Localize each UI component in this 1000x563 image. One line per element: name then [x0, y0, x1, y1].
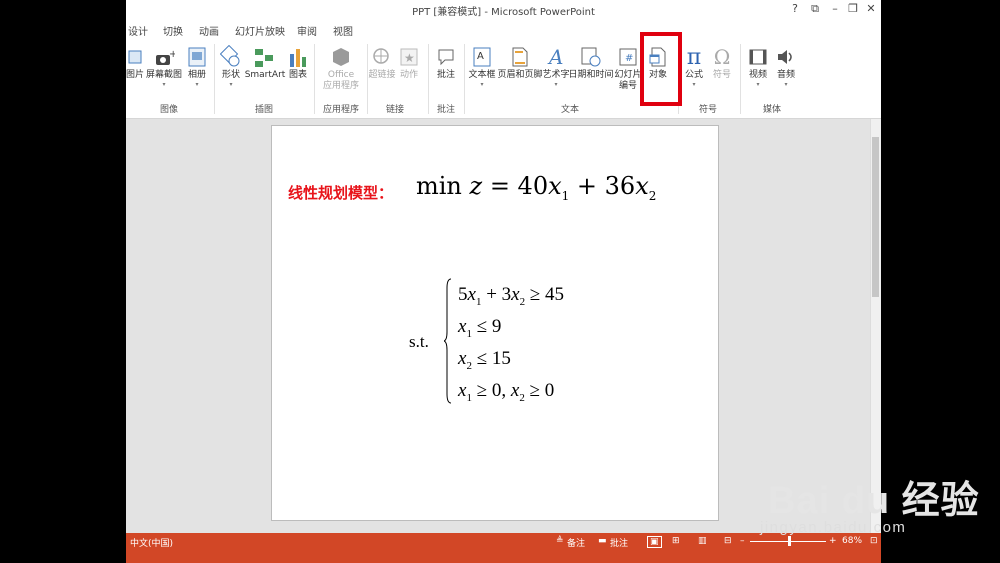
svg-text:#: # — [625, 53, 633, 64]
header-footer-icon — [512, 44, 528, 70]
reading-view-icon[interactable]: ▥ — [698, 536, 707, 546]
slide-number-icon: # — [619, 44, 637, 70]
chart-button[interactable]: 图表 — [288, 44, 308, 81]
window-title: PPT [兼容模式] - Microsoft PowerPoint — [412, 7, 595, 18]
slide-sorter-icon[interactable]: ⊞ — [672, 536, 680, 546]
tab-slideshow[interactable]: 幻灯片放映 — [235, 23, 285, 38]
tab-view[interactable]: 视图 — [333, 23, 353, 38]
constraint-brace — [444, 278, 452, 404]
group-links: 链接 — [385, 105, 404, 115]
camera-icon: + — [153, 44, 175, 70]
wordart-button[interactable]: A 艺术字 ▾ — [543, 44, 570, 88]
zoom-out-icon[interactable]: – — [740, 536, 745, 546]
datetime-button[interactable]: 日期和时间 — [569, 44, 614, 81]
textbox-icon: A — [473, 44, 491, 70]
group-comments: 批注 — [436, 105, 455, 115]
ribbon-display-icon[interactable]: ⧉ — [806, 2, 824, 16]
subject-to-label: s.t. — [409, 332, 429, 351]
equation-button[interactable]: π 公式 ▾ — [682, 44, 706, 89]
smartart-button[interactable]: SmartArt — [245, 44, 285, 81]
title-bar: PPT [兼容模式] - Microsoft PowerPoint ? ⧉ – … — [126, 0, 881, 20]
baidu-logo: Bai du 经验 — [768, 480, 980, 522]
maximize-icon[interactable]: ❐ — [844, 2, 862, 15]
textbox-button[interactable]: A 文本框 ▾ — [468, 44, 496, 88]
comment-button[interactable]: 批注 — [434, 44, 458, 81]
tab-animations[interactable]: 动画 — [199, 23, 219, 38]
group-divider — [428, 44, 429, 114]
chart-icon — [289, 44, 307, 70]
svg-text:★: ★ — [404, 51, 415, 65]
hyperlink-button[interactable]: 超链接 — [369, 44, 396, 81]
scrollbar-thumb[interactable] — [872, 137, 879, 297]
smartart-icon — [253, 44, 277, 70]
audio-button[interactable]: 音频 ▾ — [774, 44, 798, 88]
pi-icon: π — [686, 44, 702, 70]
svg-text:+: + — [169, 49, 175, 60]
group-divider — [740, 44, 741, 114]
album-icon — [187, 44, 207, 70]
office-apps-button[interactable]: Office 应用程序 — [320, 44, 362, 92]
wordart-icon: A — [547, 44, 565, 70]
picture-icon — [128, 44, 142, 70]
group-apps: 应用程序 — [322, 105, 359, 115]
svg-text:A: A — [477, 51, 484, 62]
slide-title: 线性规划模型： — [288, 184, 394, 202]
omega-icon: Ω — [713, 45, 731, 69]
group-divider — [314, 44, 315, 114]
watermark-url: jingyan.baidu.com — [760, 519, 907, 536]
group-symbols: 符号 — [698, 105, 717, 115]
constraint-3[interactable]: x2 ≤ 15 — [458, 348, 511, 372]
album-button[interactable]: 相册 ▾ — [186, 44, 208, 88]
tab-transitions[interactable]: 切换 — [163, 23, 183, 38]
constraint-2[interactable]: x1 ≤ 9 — [458, 316, 501, 340]
language-indicator[interactable]: 中文(中国) — [130, 536, 173, 549]
normal-view-icon[interactable]: ▣ — [647, 536, 662, 548]
constraint-4[interactable]: x1 ≥ 0, x2 ≥ 0 — [458, 380, 554, 404]
group-images: 图像 — [159, 105, 178, 115]
action-button[interactable]: ★ 动作 — [398, 44, 420, 81]
screenshot-button[interactable]: + 屏幕截图 ▾ — [146, 44, 182, 88]
slide-number-button[interactable]: # 幻灯片 编号 — [614, 44, 642, 92]
comments-icon[interactable]: ▬ — [598, 536, 607, 546]
baidu-watermark: Bai du 经验 jingyan.baidu.com — [760, 455, 995, 545]
comment-icon — [437, 44, 455, 70]
picture-button[interactable]: 图片 — [126, 44, 144, 81]
shapes-icon — [220, 44, 242, 70]
calendar-clock-icon — [581, 44, 601, 70]
objective-formula[interactable]: min z = 40x1 + 36x2 — [416, 172, 656, 203]
video-button[interactable]: 视频 ▾ — [746, 44, 770, 88]
ribbon-insert: 图片 + 屏幕截图▾ 相册▾ 图像 形状▾ SmartArt 图表 插图 — [126, 40, 881, 119]
group-illustrations: 插图 — [254, 105, 273, 115]
group-divider — [464, 44, 465, 114]
header-footer-button[interactable]: 页眉和页脚 — [498, 44, 543, 81]
film-icon — [749, 44, 767, 70]
notes-icon[interactable]: ≜ — [556, 536, 564, 546]
constraint-1[interactable]: 5x1 + 3x2 ≥ 45 — [458, 284, 564, 308]
minimize-icon[interactable]: – — [826, 2, 844, 15]
close-icon[interactable]: ✕ — [862, 2, 880, 15]
slide-canvas[interactable]: 线性规划模型： min z = 40x1 + 36x2 s.t. 5x1 + 3… — [271, 125, 719, 521]
group-media: 媒体 — [762, 105, 781, 115]
star-action-icon: ★ — [400, 44, 418, 70]
object-button-highlight — [640, 32, 682, 106]
group-divider — [214, 44, 215, 114]
office-apps-icon — [332, 44, 350, 70]
shapes-button[interactable]: 形状 ▾ — [220, 44, 242, 88]
tab-design[interactable]: 设计 — [128, 23, 148, 38]
comments-button[interactable]: 批注 — [610, 536, 628, 549]
globe-link-icon — [372, 44, 392, 70]
symbol-button[interactable]: Ω 符号 — [710, 44, 734, 81]
notes-button[interactable]: 备注 — [567, 536, 585, 549]
speaker-icon — [776, 44, 796, 70]
help-icon[interactable]: ? — [786, 2, 804, 15]
slideshow-view-icon[interactable]: ⊟ — [724, 536, 732, 546]
ribbon-tabs: 设计 切换 动画 幻灯片放映 审阅 视图 登录 — [126, 20, 881, 58]
svg-text:A: A — [547, 46, 563, 68]
tab-review[interactable]: 审阅 — [297, 23, 317, 38]
